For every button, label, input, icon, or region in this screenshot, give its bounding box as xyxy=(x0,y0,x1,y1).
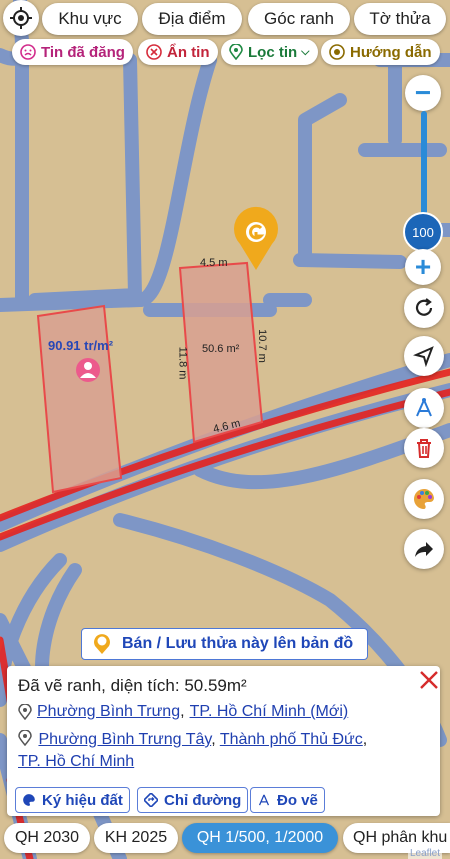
zoom-out-button[interactable]: − xyxy=(405,75,441,111)
plot-left-price: 90.91 tr/m² xyxy=(48,338,114,353)
land-legend-label: Ký hiệu đất xyxy=(42,791,123,809)
directions-label: Chỉ đường xyxy=(164,791,242,809)
location-pin-icon xyxy=(18,729,32,747)
close-circle-icon xyxy=(146,44,162,60)
guide-label: Hướng dẫn xyxy=(350,43,432,61)
land-legend-button[interactable] xyxy=(404,479,444,519)
measure-draw-label: Đo vẽ xyxy=(277,791,318,809)
plot-right-top-edge: 4.5 m xyxy=(200,257,228,269)
address-separator: , xyxy=(362,731,368,748)
target-icon xyxy=(329,44,345,60)
location-pin-icon xyxy=(18,704,32,720)
plot-right-area: 50.6 m² xyxy=(202,343,240,355)
delete-button[interactable] xyxy=(404,428,444,468)
tab-qh-2030[interactable]: QH 2030 xyxy=(4,823,90,853)
share-button[interactable] xyxy=(404,529,444,569)
filter-listings-label: Lọc tin xyxy=(248,43,298,61)
draw-boundary-button[interactable] xyxy=(404,388,444,428)
posted-listings-label: Tin đã đăng xyxy=(41,43,125,61)
trash-icon xyxy=(417,439,431,458)
compass-draw-icon xyxy=(258,794,270,806)
minus-icon: − xyxy=(414,77,432,108)
sell-save-plot-button[interactable]: Bán / Lưu thửa này lên bản đồ xyxy=(81,628,368,660)
area-button[interactable]: Khu vực xyxy=(42,3,138,35)
address-separator: , xyxy=(211,731,216,748)
zoom-level-label: 100 xyxy=(412,224,434,240)
navigation-arrow-icon xyxy=(413,346,434,367)
palette-icon xyxy=(23,794,35,806)
land-legend-action-button[interactable]: Ký hiệu đất xyxy=(15,787,130,813)
parcel-sheet-button[interactable]: Tờ thửa xyxy=(354,3,446,35)
face-icon xyxy=(20,44,36,60)
panel-title: Đã vẽ ranh, diện tích: 50.59m² xyxy=(18,676,247,695)
zoom-level-knob[interactable]: 100 xyxy=(403,212,443,252)
leaflet-attribution[interactable]: Leaflet xyxy=(408,848,443,859)
hide-listings-label: Ẩn tin xyxy=(167,43,210,61)
info-panel: Đã vẽ ranh, diện tích: 50.59m² Phường Bì… xyxy=(7,666,440,816)
directions-button[interactable]: Chỉ đường xyxy=(137,787,249,813)
tab-kh-2025[interactable]: KH 2025 xyxy=(94,823,178,853)
close-panel-button[interactable] xyxy=(417,668,441,692)
plot-right-left-edge: 11.8 m xyxy=(176,346,189,380)
plus-icon: + xyxy=(414,251,432,282)
navigate-button[interactable] xyxy=(404,336,444,376)
boundary-corner-button[interactable]: Góc ranh xyxy=(248,3,350,35)
district-link-old[interactable]: Thành phố Thủ Đức xyxy=(220,731,363,748)
plot-right-right-edge: 10.7 m xyxy=(255,329,268,363)
filter-listings-chip[interactable]: Lọc tin ⌵ xyxy=(221,39,318,65)
measure-draw-button[interactable]: Đo vẽ xyxy=(250,787,325,813)
chevron-down-icon: ⌵ xyxy=(301,45,310,58)
zoom-in-button[interactable]: + xyxy=(405,249,441,285)
share-arrow-icon xyxy=(415,542,433,557)
directions-icon xyxy=(144,793,158,807)
address-new: Phường Bình Trưng , TP. Hồ Chí Minh (Mới… xyxy=(18,703,348,721)
close-icon xyxy=(420,671,438,689)
crosshair-icon xyxy=(10,7,32,29)
hide-listings-chip[interactable]: Ẩn tin xyxy=(138,39,218,65)
refresh-button[interactable] xyxy=(404,288,444,328)
compass-draw-icon xyxy=(416,398,432,417)
locate-button[interactable] xyxy=(3,0,39,36)
ward-link-old[interactable]: Phường Bình Trưng Tây xyxy=(38,731,211,748)
address-separator: , xyxy=(180,703,185,720)
city-link-new[interactable]: TP. Hồ Chí Minh (Mới) xyxy=(190,703,349,721)
place-button[interactable]: Địa điểm xyxy=(142,3,242,35)
city-link-old[interactable]: TP. Hồ Chí Minh xyxy=(18,753,134,770)
tab-qh-1-500-1-2000[interactable]: QH 1/500, 1/2000 xyxy=(182,823,338,853)
sell-save-plot-label: Bán / Lưu thửa này lên bản đồ xyxy=(122,635,354,652)
pin-icon xyxy=(229,44,243,60)
guide-chip[interactable]: Hướng dẫn xyxy=(321,39,440,65)
ward-link-new[interactable]: Phường Bình Trưng xyxy=(37,703,180,721)
palette-icon xyxy=(414,488,434,509)
brand-pin-icon xyxy=(94,634,110,654)
posted-listings-chip[interactable]: Tin đã đăng xyxy=(12,39,133,65)
address-old: Phường Bình Trưng Tây, Thành phố Thủ Đức… xyxy=(18,729,428,773)
zoom-slider-track[interactable] xyxy=(421,111,427,216)
refresh-icon xyxy=(415,298,433,316)
